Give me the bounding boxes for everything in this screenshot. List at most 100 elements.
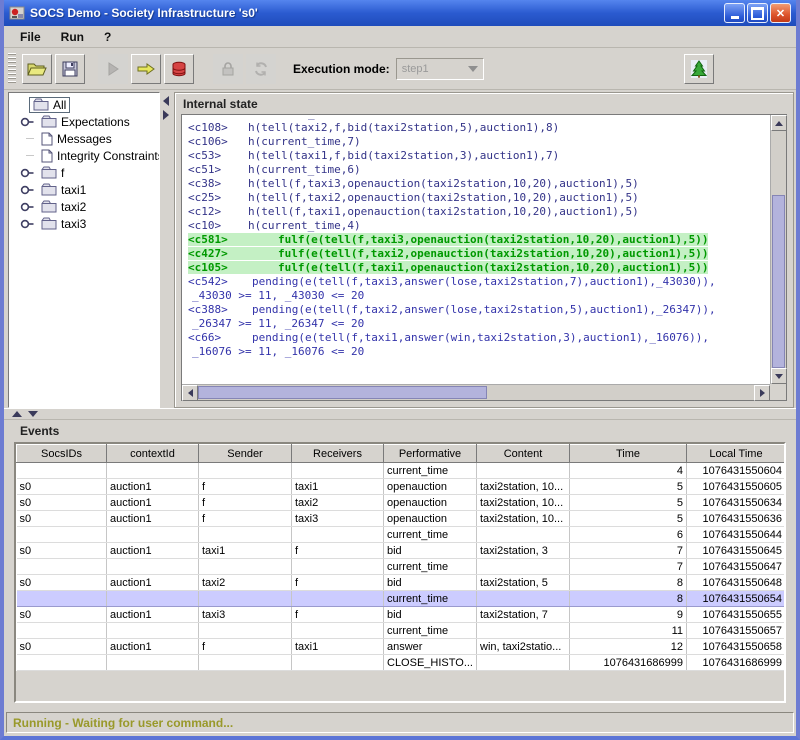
event-row[interactable]: current_time41076431550604	[17, 463, 786, 479]
event-cell[interactable]: bid	[384, 543, 477, 559]
minimize-button[interactable]	[724, 3, 745, 23]
event-cell[interactable]: s0	[17, 479, 107, 495]
expand-right-icon[interactable]	[163, 110, 169, 120]
expand-down-icon[interactable]	[28, 411, 38, 417]
event-cell[interactable]: f	[199, 639, 292, 655]
tree-expand-handle-icon[interactable]	[20, 117, 37, 127]
scroll-right-button[interactable]	[754, 385, 770, 401]
event-cell[interactable]: taxi1	[199, 543, 292, 559]
column-header-local-time[interactable]: Local Time	[687, 445, 786, 463]
event-cell[interactable]: 7	[570, 543, 687, 559]
event-cell[interactable]: s0	[17, 495, 107, 511]
menu-[interactable]: ?	[96, 28, 119, 46]
collapse-left-icon[interactable]	[163, 96, 169, 106]
event-cell[interactable]	[17, 623, 107, 639]
event-cell[interactable]: taxi2station, 3	[477, 543, 570, 559]
event-cell[interactable]	[199, 591, 292, 607]
column-header-socsids[interactable]: SocsIDs	[17, 445, 107, 463]
event-cell[interactable]: 9	[570, 607, 687, 623]
event-cell[interactable]: f	[199, 495, 292, 511]
event-cell[interactable]	[199, 463, 292, 479]
tree-node[interactable]: f	[37, 165, 68, 181]
event-cell[interactable]	[292, 655, 384, 671]
event-row[interactable]: s0auction1ftaxi1answerwin, taxi2statio..…	[17, 639, 786, 655]
execution-mode-select[interactable]: step1	[396, 58, 484, 80]
event-cell[interactable]: auction1	[107, 479, 199, 495]
event-cell[interactable]	[477, 559, 570, 575]
event-cell[interactable]	[477, 527, 570, 543]
horizontal-scroll-track[interactable]	[198, 385, 754, 400]
event-cell[interactable]: auction1	[107, 639, 199, 655]
tree-item-integrity-constraints[interactable]: Integrity Constraints	[9, 147, 159, 164]
event-cell[interactable]	[292, 559, 384, 575]
event-cell[interactable]: taxi2station, 5	[477, 575, 570, 591]
open-button[interactable]	[22, 54, 52, 84]
internal-state-text[interactable]: _ <c108>h(tell(taxi2,f,bid(taxi2station,…	[182, 115, 770, 384]
event-row[interactable]: s0auction1taxi1fbidtaxi2station, 3710764…	[17, 543, 786, 559]
event-cell[interactable]: auction1	[107, 607, 199, 623]
tree-expand-handle-icon[interactable]	[20, 185, 37, 195]
event-row[interactable]: current_time61076431550644	[17, 527, 786, 543]
column-header-sender[interactable]: Sender	[199, 445, 292, 463]
step-button[interactable]	[131, 54, 161, 84]
event-cell[interactable]: 1076431550604	[687, 463, 786, 479]
event-cell[interactable]: 7	[570, 559, 687, 575]
event-cell[interactable]	[477, 591, 570, 607]
event-cell[interactable]: s0	[17, 511, 107, 527]
event-cell[interactable]: current_time	[384, 591, 477, 607]
menu-run[interactable]: Run	[53, 28, 92, 46]
stop-button[interactable]	[164, 54, 194, 84]
event-cell[interactable]: taxi1	[292, 479, 384, 495]
tree-node[interactable]: Messages	[37, 131, 116, 147]
horizontal-scrollbar[interactable]	[182, 384, 770, 400]
tree-node[interactable]: taxi3	[37, 216, 90, 232]
event-cell[interactable]: 1076431550647	[687, 559, 786, 575]
event-cell[interactable]	[292, 591, 384, 607]
tree-item-messages[interactable]: Messages	[9, 130, 159, 147]
event-cell[interactable]: 1076431550644	[687, 527, 786, 543]
event-cell[interactable]: s0	[17, 639, 107, 655]
event-cell[interactable]: 1076431686999	[687, 655, 786, 671]
event-cell[interactable]: openauction	[384, 495, 477, 511]
event-cell[interactable]: 1076431550648	[687, 575, 786, 591]
event-cell[interactable]: taxi1	[292, 639, 384, 655]
save-button[interactable]	[55, 54, 85, 84]
event-row[interactable]: s0auction1ftaxi3openauctiontaxi2station,…	[17, 511, 786, 527]
event-cell[interactable]: s0	[17, 543, 107, 559]
event-cell[interactable]: win, taxi2statio...	[477, 639, 570, 655]
event-cell[interactable]: auction1	[107, 495, 199, 511]
tree-item-taxi1[interactable]: taxi1	[9, 181, 159, 198]
event-cell[interactable]: s0	[17, 607, 107, 623]
event-cell[interactable]	[17, 463, 107, 479]
menu-file[interactable]: File	[12, 28, 49, 46]
tree-item-taxi3[interactable]: taxi3	[9, 215, 159, 232]
event-cell[interactable]: 4	[570, 463, 687, 479]
event-cell[interactable]: 1076431550655	[687, 607, 786, 623]
event-row[interactable]: s0auction1taxi2fbidtaxi2station, 5810764…	[17, 575, 786, 591]
event-cell[interactable]: openauction	[384, 479, 477, 495]
event-cell[interactable]: 6	[570, 527, 687, 543]
event-cell[interactable]: 5	[570, 495, 687, 511]
vertical-scroll-track[interactable]	[771, 131, 786, 368]
column-header-receivers[interactable]: Receivers	[292, 445, 384, 463]
event-cell[interactable]: current_time	[384, 623, 477, 639]
event-cell[interactable]	[17, 527, 107, 543]
tree-node[interactable]: Integrity Constraints	[37, 148, 160, 164]
event-cell[interactable]: 8	[570, 575, 687, 591]
event-cell[interactable]: 12	[570, 639, 687, 655]
event-cell[interactable]: taxi3	[199, 607, 292, 623]
event-cell[interactable]: taxi2station, 10...	[477, 479, 570, 495]
column-header-time[interactable]: Time	[570, 445, 687, 463]
scroll-down-button[interactable]	[771, 368, 787, 384]
event-cell[interactable]	[477, 463, 570, 479]
event-cell[interactable]: bid	[384, 607, 477, 623]
vertical-split-divider[interactable]	[160, 92, 172, 408]
event-cell[interactable]: auction1	[107, 511, 199, 527]
event-cell[interactable]	[199, 655, 292, 671]
event-cell[interactable]	[107, 655, 199, 671]
event-cell[interactable]	[292, 623, 384, 639]
maximize-button[interactable]	[747, 3, 768, 23]
event-cell[interactable]: 1076431550657	[687, 623, 786, 639]
tree-item-all[interactable]: All	[9, 96, 159, 113]
collapse-up-icon[interactable]	[12, 411, 22, 417]
